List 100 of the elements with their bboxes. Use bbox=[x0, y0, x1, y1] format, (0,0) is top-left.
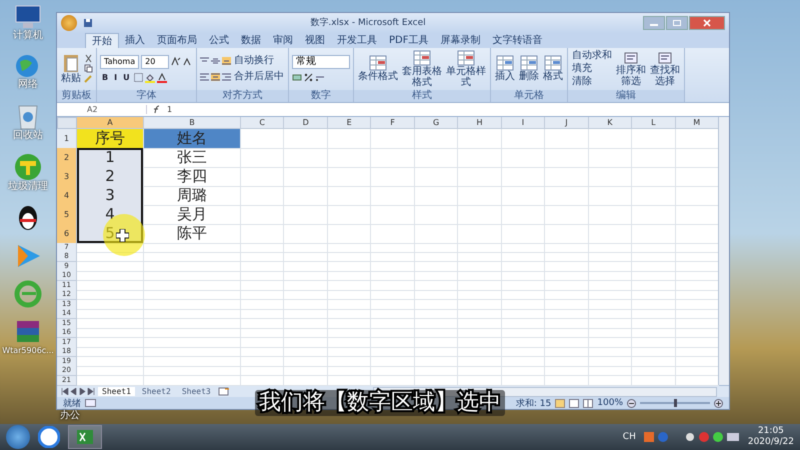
scissors-icon[interactable] bbox=[84, 54, 93, 64]
ribbon-tab[interactable]: 审阅 bbox=[267, 32, 299, 48]
ribbon-button[interactable]: 删除 bbox=[518, 55, 540, 82]
name-box[interactable]: A2 bbox=[57, 104, 147, 114]
column-header[interactable]: A bbox=[77, 116, 144, 129]
table-cell bbox=[328, 356, 372, 367]
desktop-icon-label: 回收站 bbox=[13, 130, 43, 142]
tray-icons-drawing[interactable] bbox=[644, 431, 740, 443]
wrap-text-button[interactable]: 自动换行 bbox=[233, 54, 276, 67]
paste-button[interactable]: 粘贴 bbox=[60, 53, 82, 84]
macro-record-icon[interactable] bbox=[85, 399, 96, 407]
clock-date[interactable]: 2020/9/22 bbox=[748, 437, 794, 448]
table-cell bbox=[458, 290, 502, 300]
ribbon-tab[interactable]: 开发工具 bbox=[331, 32, 383, 48]
vertical-scrollbar[interactable] bbox=[718, 116, 729, 386]
font-color-icon[interactable] bbox=[156, 72, 167, 83]
ribbon-tab[interactable]: 公式 bbox=[203, 32, 235, 48]
table-cell bbox=[458, 300, 502, 310]
dropdown-field[interactable]: Tahoma bbox=[100, 54, 140, 69]
table-cell bbox=[414, 356, 458, 367]
number-format-dropdown[interactable]: 常规 bbox=[292, 55, 350, 70]
save-icon[interactable] bbox=[83, 18, 93, 28]
column-header[interactable]: M bbox=[676, 116, 719, 129]
column-header[interactable]: C bbox=[241, 116, 284, 129]
table-cell bbox=[502, 166, 546, 187]
ribbon-button[interactable]: 条件格式 bbox=[357, 55, 400, 82]
computer-icon[interactable] bbox=[14, 4, 42, 30]
sheet-tab[interactable]: Sheet2 bbox=[138, 387, 175, 396]
ribbon-button[interactable]: 自动求和 bbox=[571, 50, 614, 62]
ribbon-tab[interactable]: 插入 bbox=[119, 32, 151, 48]
zoom-percent[interactable]: 100% bbox=[597, 398, 623, 408]
table-cell bbox=[328, 204, 372, 225]
row-header[interactable]: 5 bbox=[57, 204, 77, 225]
formula-bar[interactable]: 1 bbox=[167, 104, 172, 114]
new-sheet-icon[interactable] bbox=[218, 387, 230, 396]
ribbon-tab[interactable]: 数据 bbox=[235, 32, 267, 48]
language-indicator[interactable]: CH bbox=[622, 432, 636, 442]
clock-time[interactable]: 21:05 bbox=[758, 426, 784, 437]
ribbon-tab[interactable]: 文字转语音 bbox=[486, 32, 548, 48]
column-header[interactable]: L bbox=[632, 116, 676, 129]
page-layout-icon[interactable] bbox=[569, 398, 580, 408]
align-bottom-icon[interactable] bbox=[222, 56, 232, 65]
table-cell bbox=[241, 300, 284, 310]
table-cell bbox=[588, 262, 632, 272]
table-cell bbox=[77, 309, 144, 320]
books-icon[interactable] bbox=[14, 319, 42, 345]
sheet-tab[interactable]: Sheet1 bbox=[98, 387, 135, 396]
column-header[interactable]: J bbox=[545, 116, 589, 129]
table-cell bbox=[502, 309, 546, 320]
excel-taskbar-button[interactable] bbox=[68, 425, 102, 449]
ribbon-button[interactable]: 格式 bbox=[542, 55, 564, 82]
ribbon-tab[interactable]: 视图 bbox=[299, 32, 331, 48]
merge-center-button[interactable]: 合并后居中 bbox=[233, 70, 286, 83]
ribbon-button[interactable]: 排序和筛选 bbox=[615, 50, 648, 87]
ribbon-tab[interactable]: 开始 bbox=[85, 32, 119, 48]
sheet-nav-icon[interactable] bbox=[61, 388, 95, 396]
ribbon-button[interactable]: 套用表格格式 bbox=[401, 50, 444, 88]
grow-font-icon[interactable] bbox=[171, 57, 182, 66]
table-cell: 4 bbox=[77, 204, 144, 225]
row-header[interactable]: 6 bbox=[57, 224, 77, 244]
penguin-icon[interactable] bbox=[16, 204, 40, 232]
ribbon-tab[interactable]: PDF工具 bbox=[383, 32, 434, 48]
format-toggle[interactable]: I bbox=[112, 73, 120, 82]
start-button[interactable] bbox=[6, 425, 30, 449]
column-header[interactable]: H bbox=[458, 116, 502, 129]
column-header[interactable]: F bbox=[371, 116, 415, 129]
percent-icon[interactable] bbox=[304, 73, 314, 82]
row-header[interactable]: 2 bbox=[57, 148, 77, 168]
copy-icon[interactable] bbox=[84, 64, 93, 74]
column-header[interactable]: D bbox=[284, 116, 328, 129]
row-header[interactable]: 1 bbox=[57, 128, 77, 149]
dropdown-field[interactable]: 20 bbox=[141, 54, 170, 69]
zoom-out-icon[interactable] bbox=[627, 398, 636, 408]
close-button[interactable] bbox=[689, 16, 725, 30]
sheet-tab[interactable]: Sheet3 bbox=[178, 387, 215, 396]
format-toggle[interactable]: B bbox=[100, 73, 110, 82]
ribbon-tab[interactable]: 屏幕录制 bbox=[434, 32, 486, 48]
align-right-icon[interactable] bbox=[222, 72, 232, 81]
align-center-icon[interactable] bbox=[211, 72, 220, 81]
row-header[interactable]: 3 bbox=[57, 166, 77, 187]
fill-color-icon[interactable] bbox=[144, 72, 155, 83]
zoom-in-icon[interactable] bbox=[714, 398, 723, 408]
align-middle-icon[interactable] bbox=[211, 56, 220, 65]
shrink-font-icon[interactable] bbox=[183, 57, 194, 66]
ribbon-button[interactable]: 单元格样式 bbox=[445, 50, 488, 88]
page-break-icon[interactable] bbox=[583, 398, 594, 408]
align-left-icon[interactable] bbox=[200, 72, 210, 81]
ribbon-button[interactable]: 查找和选择 bbox=[649, 50, 682, 87]
ribbon-button[interactable]: 插入 bbox=[494, 55, 516, 82]
table-cell bbox=[545, 186, 589, 206]
column-header[interactable]: B bbox=[144, 116, 241, 129]
ribbon-button[interactable]: 填充 bbox=[571, 62, 614, 75]
table-cell bbox=[588, 366, 632, 376]
ribbon-tab[interactable]: 页面布局 bbox=[151, 32, 203, 48]
borders-icon[interactable] bbox=[134, 73, 143, 82]
ribbon-button[interactable]: 清除 bbox=[571, 76, 614, 88]
clipboard-icon bbox=[62, 53, 80, 74]
row-header[interactable]: 4 bbox=[57, 186, 77, 206]
currency-icon[interactable] bbox=[292, 73, 302, 82]
format-toggle[interactable]: U bbox=[121, 73, 132, 82]
